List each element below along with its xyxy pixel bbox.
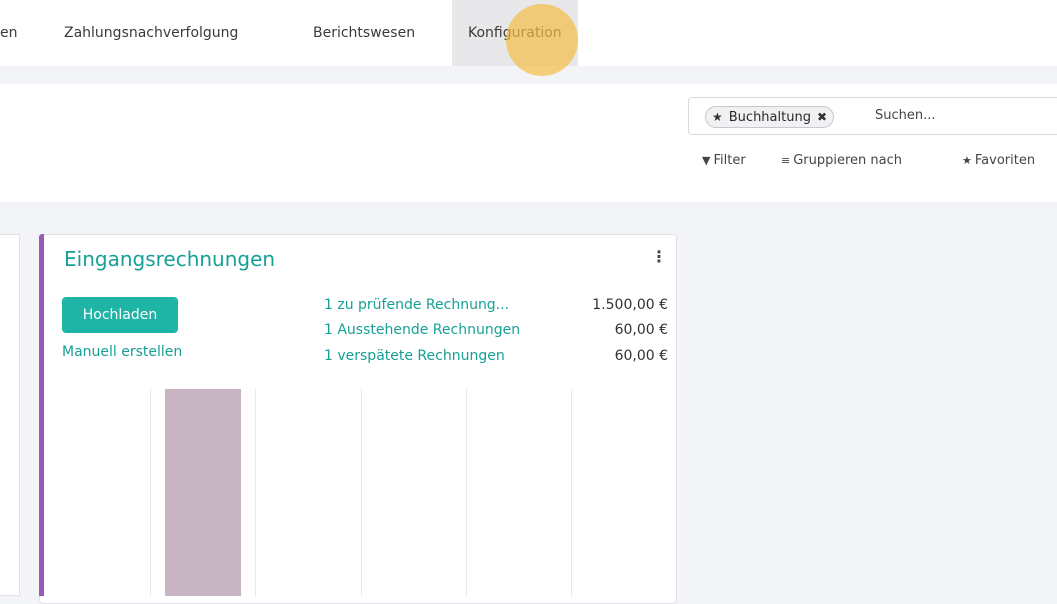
chart-gridline — [361, 389, 362, 596]
filter-button[interactable]: ▼ Filter — [702, 153, 746, 168]
more-options-icon[interactable]: ⋮ — [651, 247, 667, 266]
upload-button[interactable]: Hochladen — [62, 297, 178, 333]
stat-value-to-validate: 1.500,00 € — [592, 297, 668, 313]
chart-gridline — [466, 389, 467, 596]
favorites-button[interactable]: ★ Favoriten — [962, 153, 1035, 168]
stat-link-outstanding[interactable]: 1 Ausstehende Rechnungen — [324, 322, 520, 338]
favorites-label: Favoriten — [974, 153, 1036, 168]
card-color-accent — [39, 234, 44, 596]
star-icon: ★ — [712, 110, 723, 124]
create-manually-link[interactable]: Manuell erstellen — [62, 344, 182, 360]
card-title[interactable]: Eingangsrechnungen — [64, 247, 275, 271]
filter-icon: ▼ — [702, 154, 711, 167]
group-by-label: Gruppieren nach — [793, 153, 903, 168]
click-highlight-indicator — [506, 4, 578, 76]
search-facet: ★ Buchhaltung ✖ — [705, 106, 835, 128]
menu-item-partial[interactable]: en — [0, 0, 18, 66]
chart-gridline — [255, 389, 256, 596]
filter-label: Filter — [713, 153, 746, 168]
menu-item-reporting[interactable]: Berichtswesen — [313, 0, 415, 66]
kanban-card-partial[interactable] — [0, 234, 20, 596]
menu-item-payment-tracking[interactable]: Zahlungsnachverfolgung — [64, 0, 238, 66]
star-icon: ★ — [962, 154, 972, 167]
stat-link-to-validate[interactable]: 1 zu prüfende Rechnung... — [324, 297, 509, 313]
stat-value-late: 60,00 € — [614, 348, 668, 364]
facet-label: Buchhaltung — [728, 109, 811, 125]
stat-value-outstanding: 60,00 € — [614, 322, 668, 338]
stat-link-late[interactable]: 1 verspätete Rechnungen — [324, 348, 505, 364]
bills-chart[interactable] — [45, 389, 676, 596]
chart-gridline — [571, 389, 572, 596]
chart-bar[interactable] — [165, 389, 241, 596]
search-placeholder[interactable]: Suchen... — [875, 108, 936, 123]
close-icon[interactable]: ✖ — [817, 110, 827, 124]
chart-gridline — [150, 389, 151, 596]
list-icon: ≡ — [781, 154, 791, 167]
group-by-button[interactable]: ≡ Gruppieren nach — [781, 153, 902, 168]
